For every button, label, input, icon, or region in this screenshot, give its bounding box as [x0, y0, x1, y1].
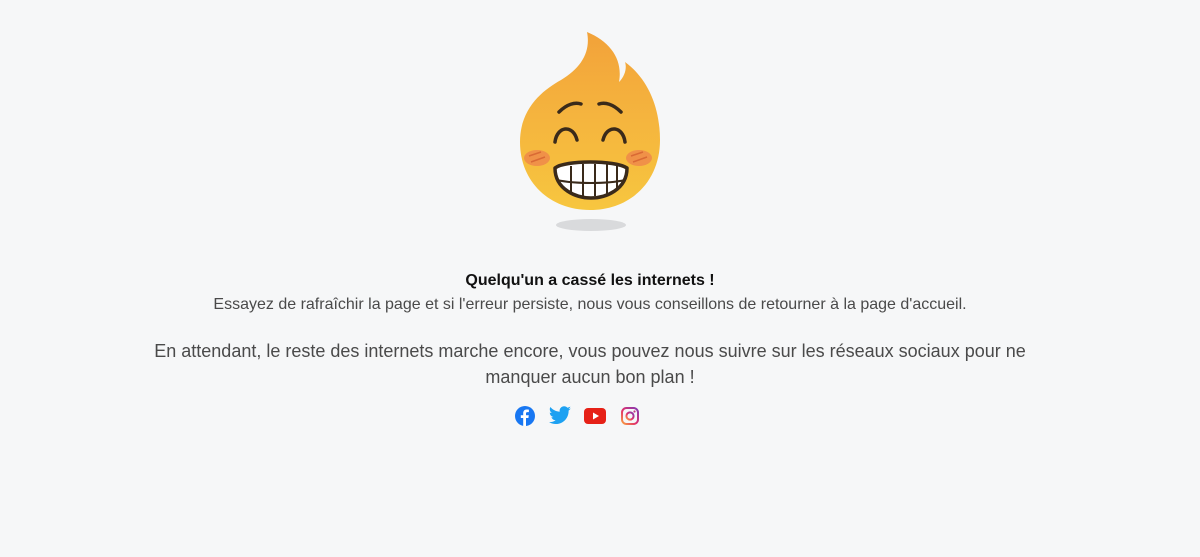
error-description: Essayez de rafraîchir la page et si l'er…	[213, 296, 967, 313]
social-links	[513, 403, 653, 429]
social-invitation-text: En attendant, le reste des internets mar…	[154, 341, 1026, 387]
youtube-link[interactable]	[583, 403, 607, 429]
instagram-icon	[621, 407, 639, 425]
youtube-icon	[584, 408, 606, 424]
page-title: Quelqu'un a cassé les internets !	[465, 272, 715, 289]
facebook-icon	[515, 406, 535, 426]
twitter-icon	[548, 406, 572, 426]
instagram-link[interactable]	[618, 403, 642, 429]
flame-smiley-icon	[515, 30, 665, 235]
facebook-link[interactable]	[513, 403, 537, 429]
twitter-link[interactable]	[548, 403, 572, 429]
error-page: Quelqu'un a cassé les internets ! Essaye…	[0, 0, 1200, 557]
